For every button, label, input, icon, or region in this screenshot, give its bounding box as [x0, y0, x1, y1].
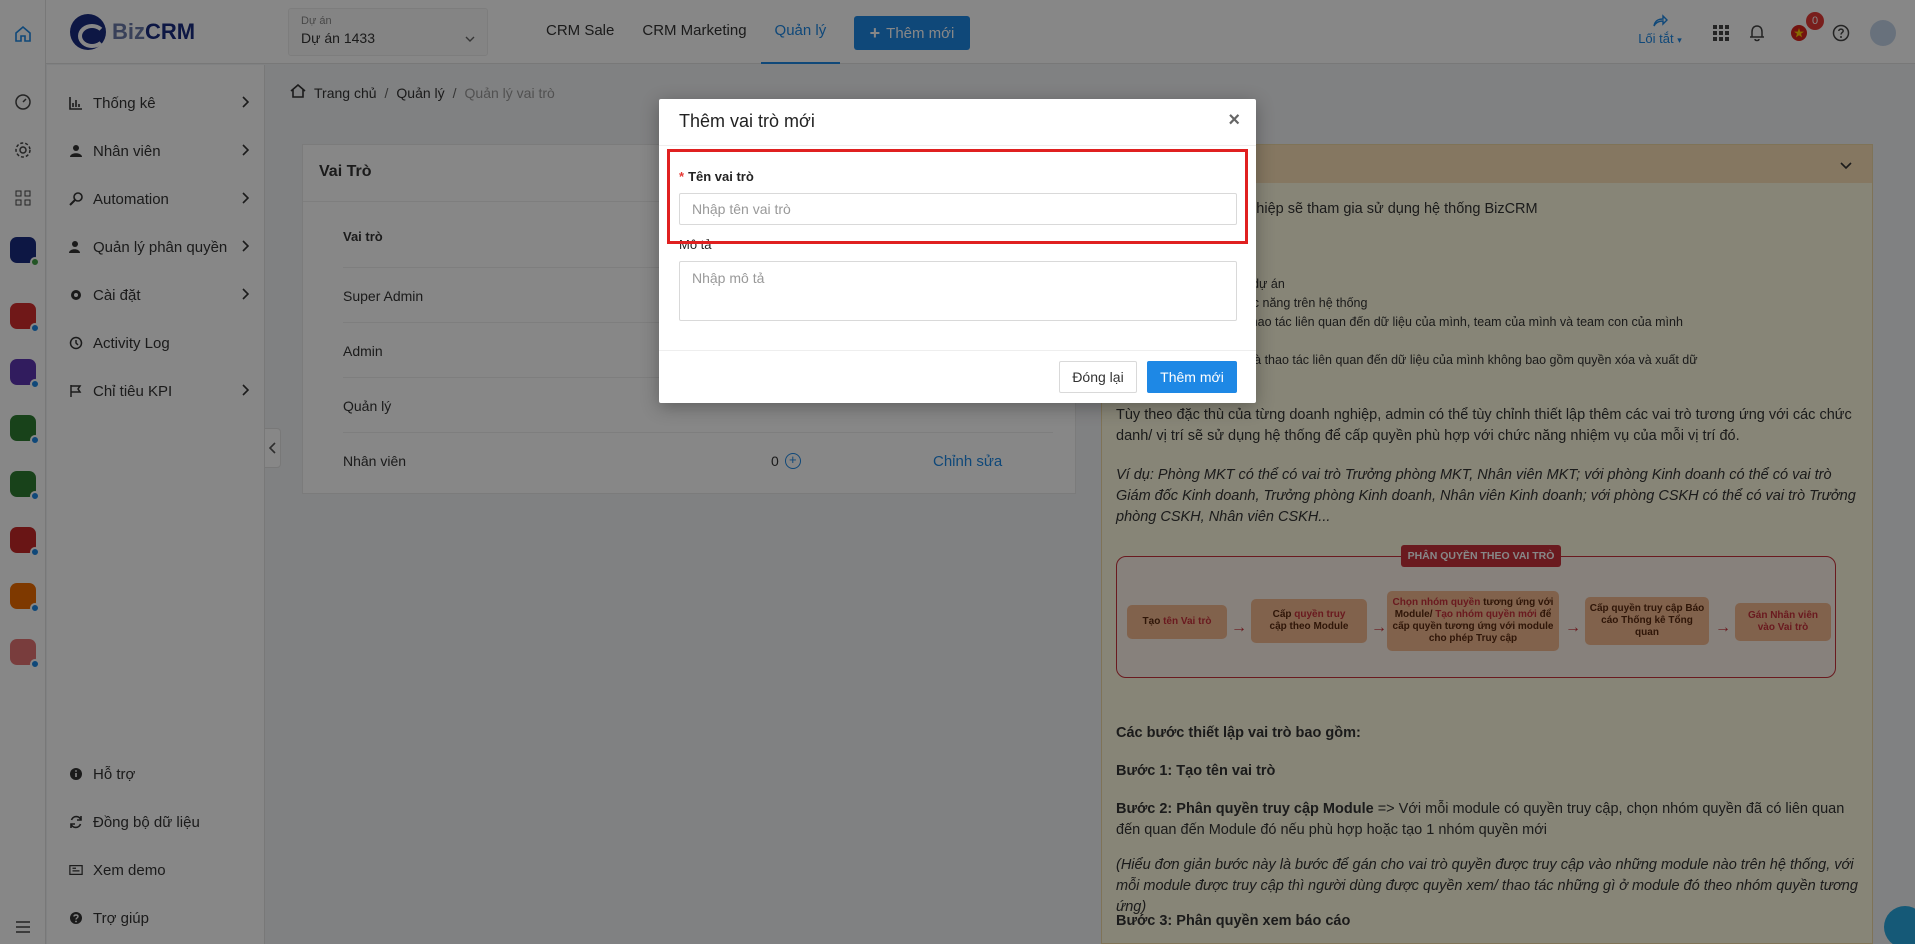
- add-role-modal: Thêm vai trò mới × *Tên vai trò Mô tả Đó…: [659, 99, 1256, 403]
- modal-title: Thêm vai trò mới: [679, 111, 815, 131]
- close-icon[interactable]: ×: [1228, 109, 1240, 132]
- description-input[interactable]: [679, 261, 1237, 321]
- highlight-box: [667, 149, 1248, 244]
- submit-button[interactable]: Thêm mới: [1147, 361, 1237, 393]
- close-button[interactable]: Đóng lại: [1059, 361, 1137, 393]
